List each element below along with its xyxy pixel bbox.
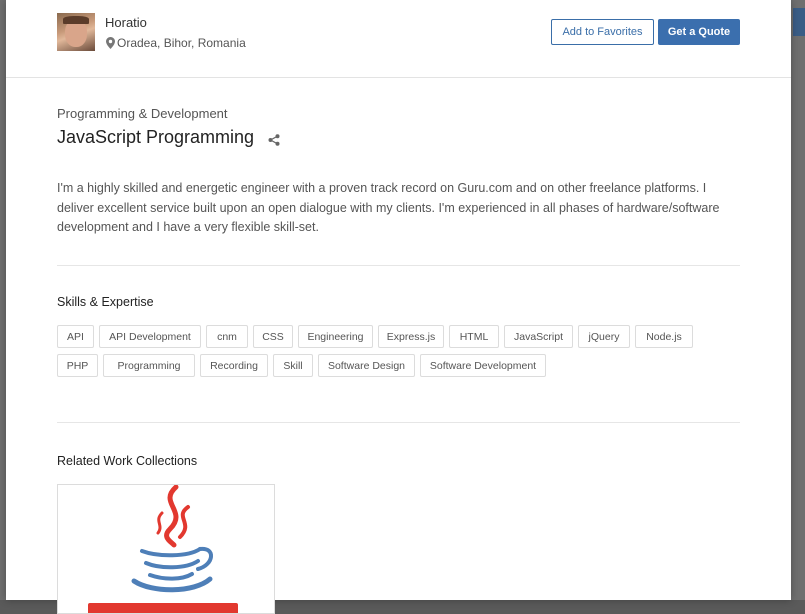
skill-chip[interactable]: HTML (449, 325, 499, 348)
skill-chip[interactable]: cnm (206, 325, 248, 348)
skill-chip[interactable]: API Development (99, 325, 201, 348)
avatar-hair (63, 16, 89, 24)
skill-chip[interactable]: CSS (253, 325, 293, 348)
skill-chip[interactable]: Software Design (318, 354, 415, 377)
share-icon[interactable] (268, 133, 280, 146)
skill-chip[interactable]: API (57, 325, 94, 348)
modal-header: Horatio Oradea, Bihor, Romania Add to Fa… (6, 0, 791, 78)
collections-heading: Related Work Collections (57, 454, 198, 468)
map-pin-icon (106, 37, 115, 49)
skills-heading: Skills & Expertise (57, 295, 154, 309)
skill-chip[interactable]: Engineering (298, 325, 373, 348)
java-logo-icon (88, 485, 238, 613)
skill-chip[interactable]: Programming (103, 354, 195, 377)
get-a-quote-button[interactable]: Get a Quote (658, 19, 740, 45)
service-category: Programming & Development (57, 106, 228, 121)
avatar[interactable] (57, 13, 95, 51)
skill-chip[interactable]: Skill (273, 354, 313, 377)
background-button (793, 8, 805, 36)
divider (57, 265, 740, 266)
freelancer-name[interactable]: Horatio (105, 15, 147, 30)
skill-chip[interactable]: Software Development (420, 354, 546, 377)
add-to-favorites-button[interactable]: Add to Favorites (551, 19, 654, 45)
divider (57, 422, 740, 423)
skill-chip[interactable]: jQuery (578, 325, 630, 348)
service-modal: Horatio Oradea, Bihor, Romania Add to Fa… (6, 0, 791, 614)
work-collection-card[interactable] (57, 484, 275, 614)
freelancer-location: Oradea, Bihor, Romania (106, 36, 246, 50)
service-description: I'm a highly skilled and energetic engin… (57, 181, 720, 234)
service-title-row: JavaScript Programming (57, 127, 280, 148)
location-text: Oradea, Bihor, Romania (117, 36, 246, 50)
skill-chip[interactable]: Express.js (378, 325, 444, 348)
service-title: JavaScript Programming (57, 127, 255, 147)
skill-chip[interactable]: PHP (57, 354, 98, 377)
skill-chip[interactable]: Recording (200, 354, 268, 377)
skill-chip[interactable]: JavaScript (504, 325, 573, 348)
skill-chip[interactable]: Node.js (635, 325, 693, 348)
